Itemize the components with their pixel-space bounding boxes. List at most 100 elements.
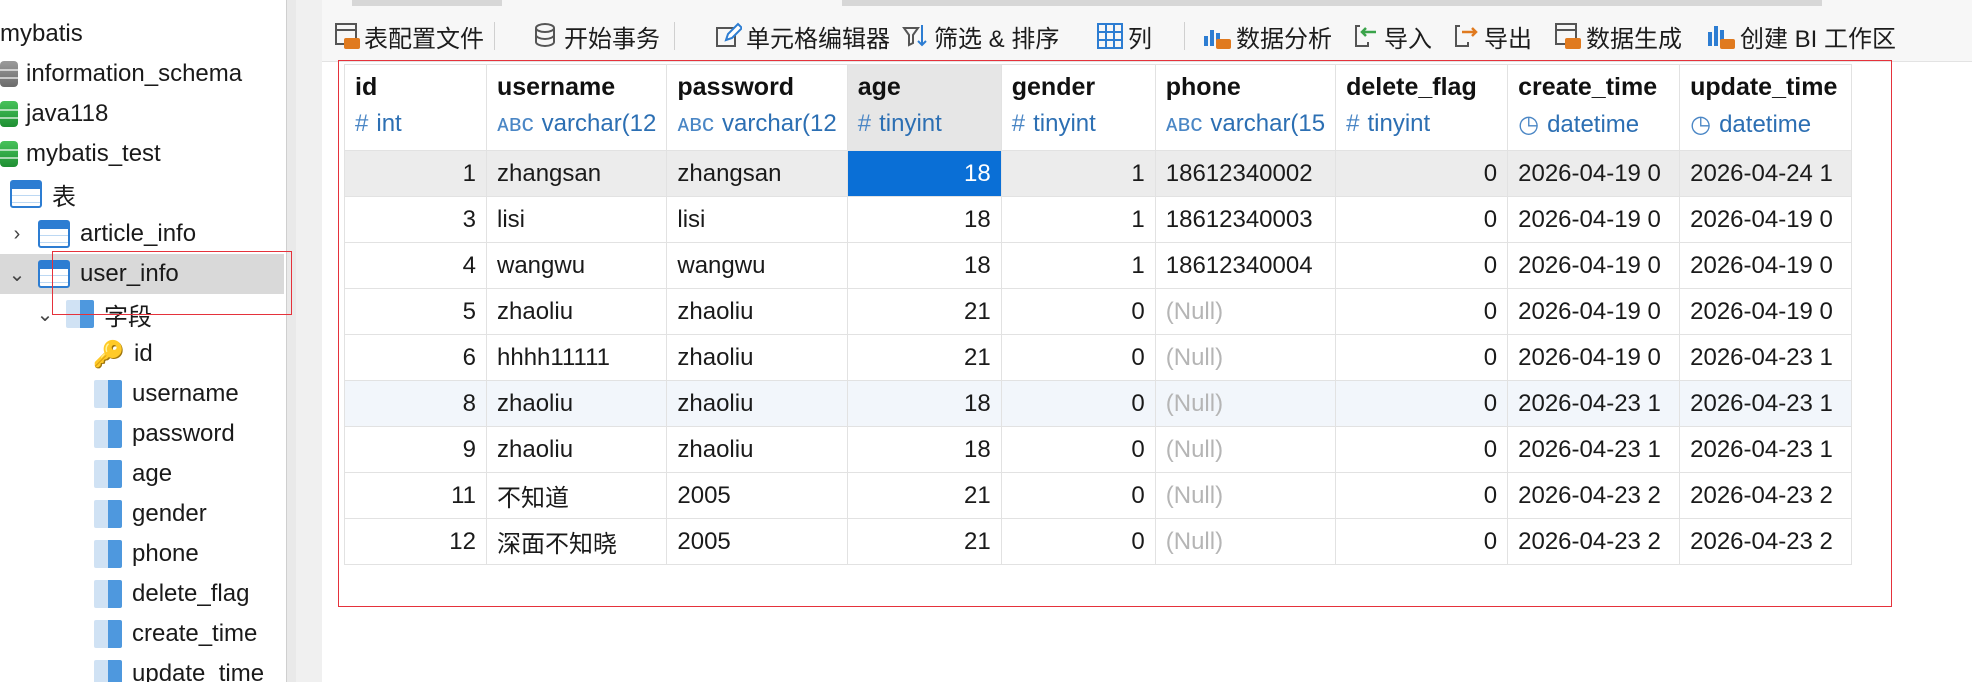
data-analysis-button[interactable]: 数据分析	[1202, 18, 1332, 54]
table-cell-username[interactable]: 不知道	[485, 472, 668, 519]
table-cell-create-time[interactable]: 2026-04-19 0	[1507, 334, 1681, 381]
table-row[interactable]: 1 zhangsan zhangsan 18 1 18612340002 0 2026-04-…	[344, 150, 1853, 197]
table-cell-age[interactable]: 18	[846, 426, 1002, 473]
table-row[interactable]: 11 不知道 2005 21 0 (Null) 0 2026-04-23 2 2026-04-2…	[344, 472, 1853, 519]
chevron-down-icon[interactable]: ⌄	[6, 262, 28, 287]
column-header-delete-flag[interactable]: delete_flag # tinyint	[1335, 64, 1509, 151]
table-row[interactable]: 9 zhaoliu zhaoliu 18 0 (Null) 0 2026-04-23 1 202…	[344, 426, 1853, 473]
table-cell-age[interactable]: 18	[846, 380, 1002, 427]
cell-editor-button[interactable]: 单元格编辑器	[714, 18, 890, 54]
tree-item-field-update-time[interactable]: update_time	[94, 654, 264, 682]
table-row[interactable]: 8 zhaoliu zhaoliu 18 0 (Null) 0 2026-04-23 1 202…	[344, 380, 1853, 427]
data-generate-button[interactable]: 数据生成	[1554, 18, 1682, 54]
table-row[interactable]: 4 wangwu wangwu 18 1 18612340004 0 2026-04-19 0…	[344, 242, 1853, 289]
table-cell-age[interactable]: 21	[846, 288, 1002, 335]
table-cell-age[interactable]: 18	[846, 196, 1002, 243]
tree-item-information-schema[interactable]: information_schema	[0, 54, 242, 94]
table-cell-phone[interactable]: (Null)	[1154, 334, 1337, 381]
table-cell-username[interactable]: wangwu	[485, 242, 668, 289]
table-cell-gender[interactable]: 0	[1000, 334, 1156, 381]
table-cell-phone[interactable]: (Null)	[1154, 426, 1337, 473]
table-cell-delete-flag[interactable]: 0	[1335, 380, 1509, 427]
table-cell-password[interactable]: 2005	[666, 472, 848, 519]
sidebar-scrollbar[interactable]	[296, 0, 322, 682]
table-cell-delete-flag[interactable]: 0	[1335, 472, 1509, 519]
table-cell-phone[interactable]: 18612340002	[1154, 150, 1337, 197]
table-cell-update-time[interactable]: 2026-04-23 1	[1679, 334, 1853, 381]
table-cell-id[interactable]: 8	[344, 380, 487, 427]
table-cell-password[interactable]: wangwu	[666, 242, 848, 289]
table-cell-username[interactable]: lisi	[485, 196, 668, 243]
table-cell-gender[interactable]: 0	[1000, 518, 1156, 565]
table-cell-delete-flag[interactable]: 0	[1335, 426, 1509, 473]
table-cell-age[interactable]: 18	[846, 242, 1002, 289]
table-cell-delete-flag[interactable]: 0	[1335, 150, 1509, 197]
table-cell-password[interactable]: lisi	[666, 196, 848, 243]
tree-item-field-create-time[interactable]: create_time	[94, 614, 257, 654]
table-cell-update-time[interactable]: 2026-04-19 0	[1679, 196, 1853, 243]
table-cell-id[interactable]: 6	[344, 334, 487, 381]
table-cell-phone[interactable]: (Null)	[1154, 380, 1337, 427]
table-cell-update-time[interactable]: 2026-04-24 1	[1679, 150, 1853, 197]
tree-item-fields-folder[interactable]: ⌄ 字段	[34, 294, 152, 334]
table-cell-delete-flag[interactable]: 0	[1335, 518, 1509, 565]
table-cell-create-time[interactable]: 2026-04-19 0	[1507, 196, 1681, 243]
begin-transaction-button[interactable]: 开始事务	[534, 18, 660, 54]
table-cell-delete-flag[interactable]: 0	[1335, 242, 1509, 289]
table-cell-id[interactable]: 5	[344, 288, 487, 335]
table-cell-password[interactable]: zhaoliu	[666, 380, 848, 427]
tree-item-tables-folder[interactable]: 表	[10, 174, 76, 214]
tree-item-mybatis[interactable]: mybatis	[0, 14, 83, 54]
table-cell-phone[interactable]: 18612340004	[1154, 242, 1337, 289]
table-cell-username[interactable]: hhhh11111	[485, 334, 668, 381]
column-header-id[interactable]: id # int	[344, 64, 487, 151]
table-cell-phone[interactable]: (Null)	[1154, 472, 1337, 519]
table-cell-phone[interactable]: 18612340003	[1154, 196, 1337, 243]
table-cell-create-time[interactable]: 2026-04-23 2	[1507, 472, 1681, 519]
table-cell-gender[interactable]: 1	[1000, 242, 1156, 289]
chevron-right-icon[interactable]: ›	[6, 223, 28, 246]
table-cell-username[interactable]: zhangsan	[485, 150, 668, 197]
table-cell-age[interactable]: 21	[846, 334, 1002, 381]
table-row[interactable]: 5 zhaoliu zhaoliu 21 0 (Null) 0 2026-04-19 0 202…	[344, 288, 1853, 335]
table-cell-age[interactable]: 21	[846, 518, 1002, 565]
sidebar-splitter[interactable]	[286, 0, 296, 682]
table-cell-create-time[interactable]: 2026-04-23 1	[1507, 380, 1681, 427]
table-cell-create-time[interactable]: 2026-04-19 0	[1507, 150, 1681, 197]
table-row[interactable]: 3 lisi lisi 18 1 18612340003 0 2026-04-19 0 2026…	[344, 196, 1853, 243]
table-cell-update-time[interactable]: 2026-04-23 2	[1679, 518, 1853, 565]
table-cell-gender[interactable]: 0	[1000, 472, 1156, 519]
column-header-password[interactable]: password ᴀʙᴄ varchar(12	[666, 64, 848, 151]
table-cell-id[interactable]: 12	[344, 518, 487, 565]
tree-item-field-id[interactable]: 🔑 id	[93, 334, 153, 374]
table-cell-age[interactable]: 21	[846, 472, 1002, 519]
table-cell-create-time[interactable]: 2026-04-19 0	[1507, 288, 1681, 335]
table-cell-id[interactable]: 4	[344, 242, 487, 289]
chevron-down-icon[interactable]: ⌄	[34, 302, 56, 327]
table-cell-password[interactable]: zhaoliu	[666, 288, 848, 335]
table-row[interactable]: 6 hhhh11111 zhaoliu 21 0 (Null) 0 2026-04-19 02…	[344, 334, 1853, 381]
table-cell-password[interactable]: zhaoliu	[666, 334, 848, 381]
table-cell-gender[interactable]: 1	[1000, 150, 1156, 197]
table-cell-phone[interactable]: (Null)	[1154, 288, 1337, 335]
tree-item-java118[interactable]: java118	[0, 94, 108, 134]
table-cell-username[interactable]: 深面不知晓	[485, 518, 668, 565]
table-cell-delete-flag[interactable]: 0	[1335, 334, 1509, 381]
table-cell-update-time[interactable]: 2026-04-23 2	[1679, 472, 1853, 519]
table-cell-password[interactable]: 2005	[666, 518, 848, 565]
tree-item-user-info[interactable]: ⌄ user_info	[0, 254, 284, 294]
table-cell-delete-flag[interactable]: 0	[1335, 196, 1509, 243]
table-cell-gender[interactable]: 0	[1000, 426, 1156, 473]
tree-item-field-password[interactable]: password	[94, 414, 235, 454]
tree-item-field-gender[interactable]: gender	[94, 494, 207, 534]
table-cell-create-time[interactable]: 2026-04-23 1	[1507, 426, 1681, 473]
tree-item-mybatis-test[interactable]: mybatis_test	[0, 134, 161, 174]
column-header-update-time[interactable]: update_time ◷ datetime	[1679, 64, 1853, 151]
tree-item-field-delete-flag[interactable]: delete_flag	[94, 574, 249, 614]
import-button[interactable]: 导入	[1352, 18, 1432, 54]
tree-item-field-phone[interactable]: phone	[94, 534, 199, 574]
create-bi-workspace-button[interactable]: 创建 BI 工作区	[1706, 18, 1896, 54]
table-cell-id[interactable]: 11	[344, 472, 487, 519]
columns-button[interactable]: 列	[1096, 18, 1152, 54]
table-cell-update-time[interactable]: 2026-04-23 1	[1679, 380, 1853, 427]
